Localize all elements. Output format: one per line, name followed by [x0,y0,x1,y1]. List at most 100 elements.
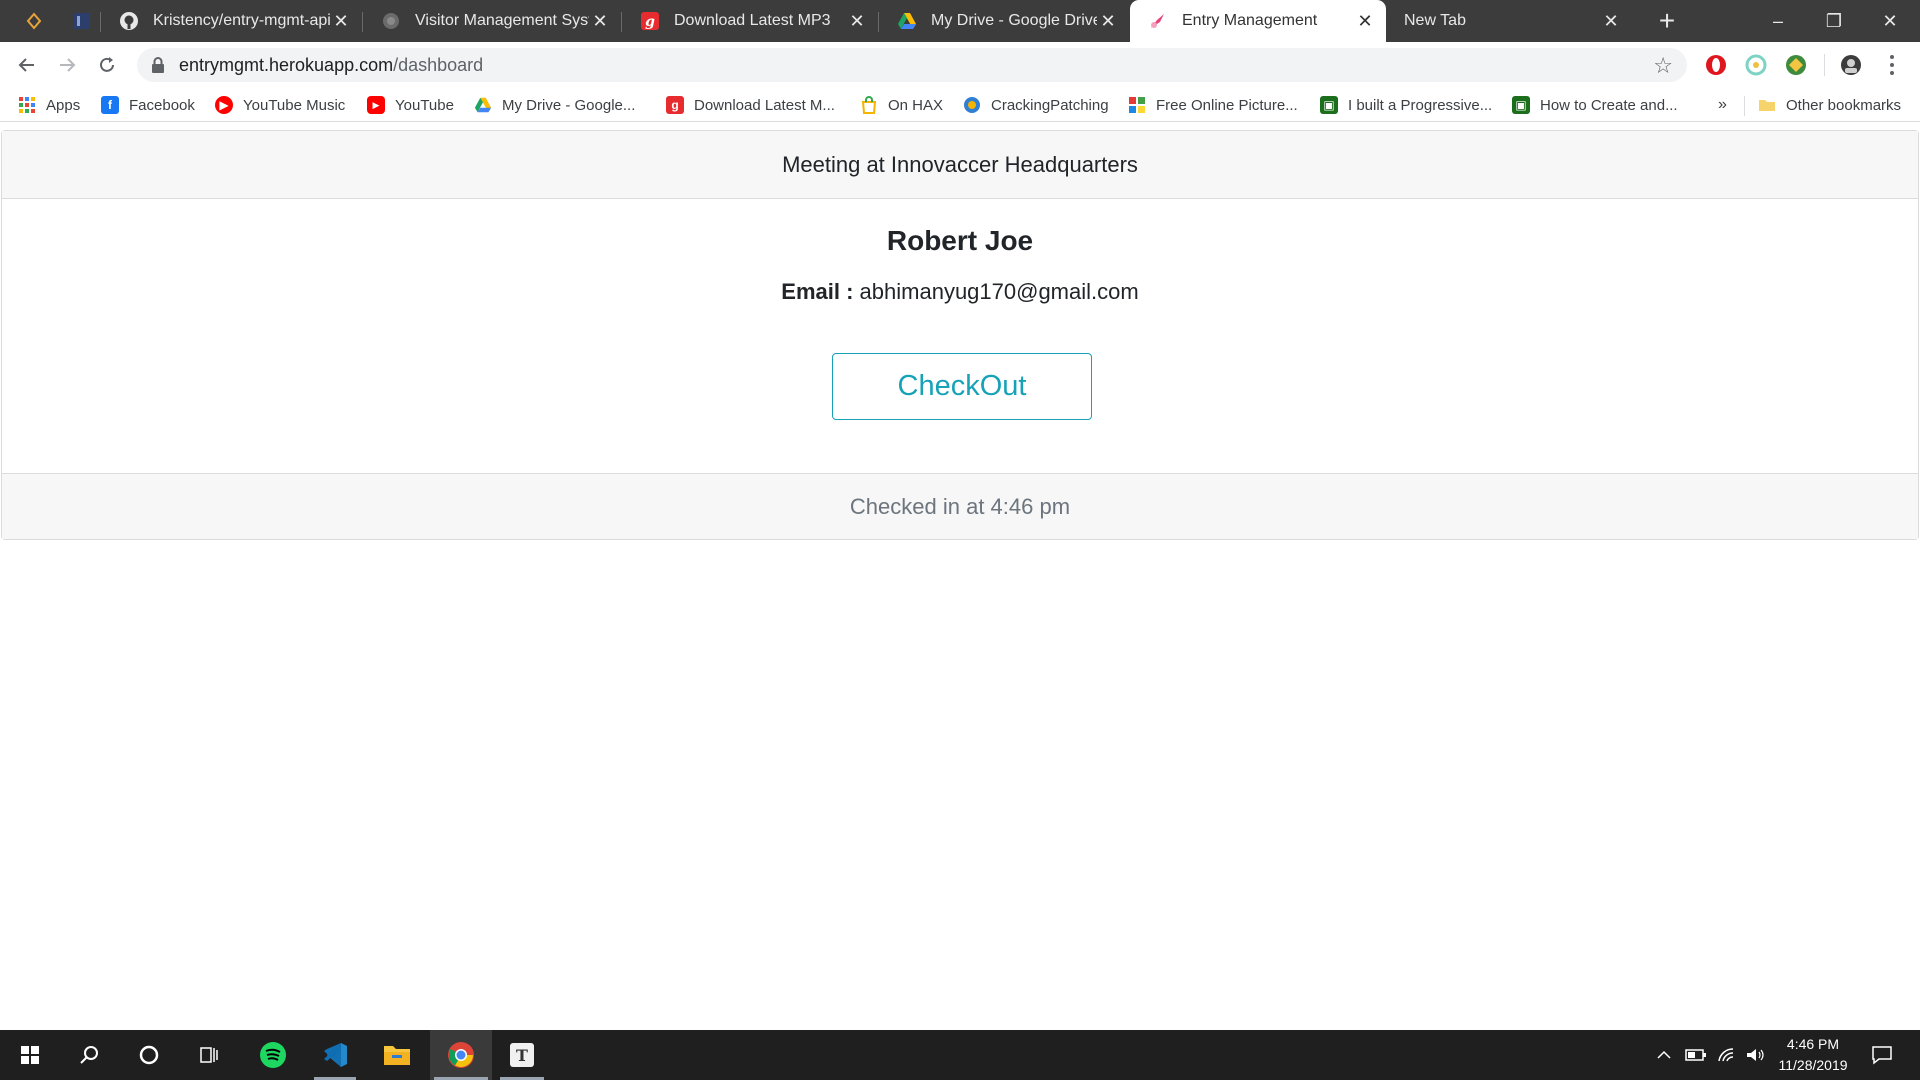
url-path: /dashboard [393,54,484,75]
tab-visitor-management[interactable]: Visitor Management Syste ✕ [363,0,621,42]
email-label: Email : [781,279,854,304]
tab-new-tab[interactable]: New Tab ✕ [1386,0,1632,42]
bookmark-crackingpatching[interactable]: CrackingPatching [963,94,1109,116]
reload-icon [100,57,114,72]
email-value: abhimanyug170@gmail.com [859,279,1139,304]
windows-start-icon[interactable] [5,1030,55,1080]
bookmark-label: Download Latest M... [694,96,835,114]
bookmark-on-hax[interactable]: On HAX [860,94,943,116]
reload-button[interactable] [92,50,122,80]
bookmark-label: On HAX [888,96,944,114]
profile-avatar[interactable] [1840,54,1862,76]
window-close-button[interactable]: ✕ [1862,0,1918,42]
restore-button[interactable]: ❐ [1806,0,1862,42]
pinned-tab-1[interactable] [14,0,53,42]
gaana-icon: g [640,11,660,31]
google-drive-icon [897,11,917,31]
action-center-icon[interactable] [1864,1030,1900,1080]
svg-text:T: T [516,1046,528,1065]
close-tab-icon[interactable]: ✕ [330,10,352,32]
back-button[interactable] [12,50,42,80]
youtube-music-icon: ▶ [215,96,233,114]
windows-taskbar: T 4:46 PM 11/28/2019 [0,1030,1920,1080]
bookmark-star-icon[interactable]: ☆ [1653,53,1673,79]
visitor-name: Robert Joe [886,225,1034,256]
close-tab-icon[interactable]: ✕ [1097,10,1119,32]
task-view-icon[interactable] [184,1030,234,1080]
checkin-time-footer: Checked in at 4:46 pm [2,473,1918,539]
spotify-icon[interactable] [248,1030,298,1080]
vscode-icon[interactable] [310,1030,360,1080]
url-host: entrymgmt.herokuapp.com [179,54,394,75]
bookmark-facebook[interactable]: f Facebook [101,94,195,116]
tab-title: Download Latest MP3 [674,12,831,29]
tab-github[interactable]: Kristency/entry-mgmt-api ✕ [101,0,362,42]
close-tab-icon[interactable]: ✕ [1600,10,1622,32]
url-text: entrymgmt.herokuapp.com/dashboard [179,55,483,76]
tab-strip: Kristency/entry-mgmt-api ✕ Visitor Manag… [0,0,1920,42]
svg-text:g: g [645,14,655,30]
bookmarks-overflow-button[interactable]: » [1718,94,1727,116]
cortana-icon[interactable] [124,1030,174,1080]
close-tab-icon[interactable]: ✕ [1354,10,1376,32]
opera-extension-icon[interactable] [1705,54,1727,76]
new-tab-button[interactable]: + [1652,5,1682,36]
chrome-menu-icon[interactable] [1882,52,1902,78]
bookmark-progressive[interactable]: ▣ I built a Progressive... [1320,94,1492,116]
tab-title: New Tab [1404,12,1466,29]
file-explorer-icon[interactable] [372,1030,422,1080]
bookmark-google-drive[interactable]: My Drive - Google... [474,94,635,116]
clock-time: 4:46 PM [1786,1036,1840,1052]
bookmark-label: CrackingPatching [991,96,1109,114]
image-icon: ▣ [1512,96,1530,114]
tab-google-drive[interactable]: My Drive - Google Drive ✕ [879,0,1129,42]
pinned-doc-icon [73,13,90,29]
search-icon[interactable] [64,1030,114,1080]
browser-toolbar: entrymgmt.herokuapp.com/dashboard ☆ [0,42,1920,88]
bookmark-label: I built a Progressive... [1348,96,1493,114]
extension-icon-2[interactable] [1745,54,1767,76]
taskbar-clock[interactable]: 4:46 PM 11/28/2019 [1770,1034,1856,1076]
bookmark-label: Facebook [129,96,195,114]
wifi-icon[interactable] [1714,1030,1740,1080]
apps-grid-icon [18,96,36,114]
meeting-header: Meeting at Innovaccer Headquarters [2,131,1918,199]
tab-title: My Drive - Google Drive [931,12,1097,29]
bookmark-youtube[interactable]: ▶ YouTube [367,94,454,116]
bookmark-label: YouTube Music [243,96,346,114]
youtube-icon: ▶ [367,96,385,114]
email-line: Email : abhimanyug170@gmail.com [2,279,1918,305]
tab-entry-management[interactable]: Entry Management ✕ [1130,0,1386,42]
battery-icon[interactable] [1682,1030,1710,1080]
globe-icon [381,11,401,31]
clock-date: 11/28/2019 [1778,1057,1848,1073]
bookmark-label: Apps [46,96,81,114]
bookmark-download-mp3[interactable]: g Download Latest M... [666,94,835,116]
tab-title: Visitor Management Syste [415,12,589,29]
back-arrow-icon [18,58,34,72]
bookmark-label: My Drive - Google... [502,96,636,114]
bookmark-free-online-picture[interactable]: Free Online Picture... [1128,94,1298,116]
typora-icon[interactable]: T [496,1030,548,1080]
show-hidden-icons[interactable] [1652,1030,1676,1080]
pinned-tab-2[interactable] [62,0,101,42]
volume-icon[interactable] [1742,1030,1768,1080]
bookmark-how-to-create[interactable]: ▣ How to Create and... [1512,94,1678,116]
tab-download-mp3[interactable]: g Download Latest MP3 ✕ [622,0,878,42]
bookmarks-bar: Apps f Facebook ▶ YouTube Music ▶ YouTub… [0,88,1920,122]
extension-icon-3[interactable] [1785,54,1807,76]
bookmark-apps[interactable]: Apps [18,94,80,116]
close-tab-icon[interactable]: ✕ [589,10,611,32]
chrome-icon[interactable] [430,1030,492,1080]
close-tab-icon[interactable]: ✕ [846,10,868,32]
bookmark-youtube-music[interactable]: ▶ YouTube Music [215,94,345,116]
bookmark-other-bookmarks[interactable]: Other bookmarks [1758,94,1901,116]
minimize-button[interactable]: – [1750,0,1806,42]
address-bar[interactable]: entrymgmt.herokuapp.com/dashboard ☆ [137,48,1687,82]
pinned-app-icon [26,12,41,30]
cp-icon [963,96,981,114]
gaana-icon: g [666,96,684,114]
forward-button[interactable] [52,50,82,80]
checkout-button[interactable]: CheckOut [832,353,1092,420]
github-icon [119,11,139,31]
